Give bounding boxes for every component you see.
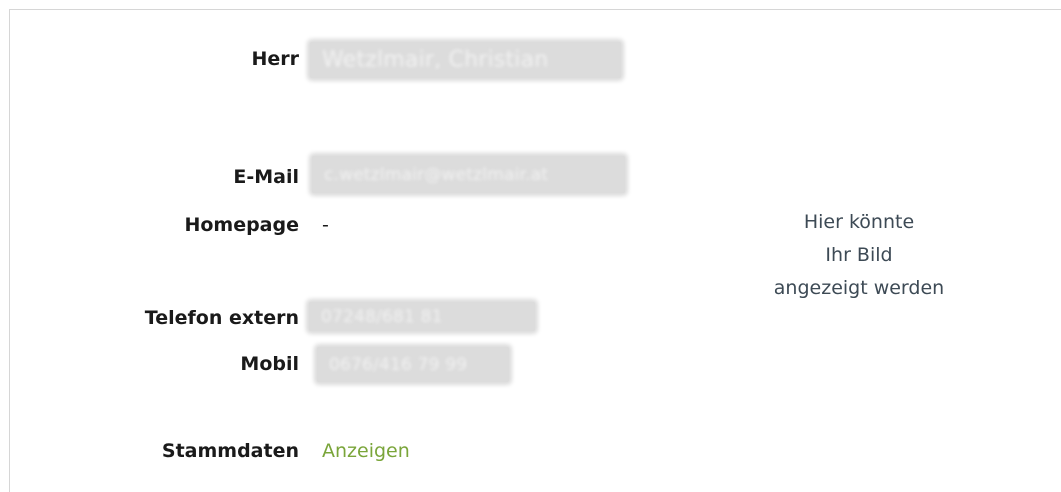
- placeholder-line-3: angezeigt werden: [773, 277, 945, 299]
- placeholder-line-1: Hier könnte: [803, 211, 915, 233]
- name-value: Wetzlmair, Christian: [322, 47, 549, 73]
- name-value-redacted: Wetzlmair, Christian: [310, 42, 621, 78]
- master-data-label: Stammdaten: [161, 440, 299, 462]
- master-data-show-link[interactable]: Anzeigen: [322, 439, 410, 463]
- phone-external-value-redacted: 07248/681 81: [309, 302, 535, 331]
- mobile-label: Mobil: [240, 353, 299, 375]
- mobile-value-redacted: 0676/416 79 99: [317, 347, 509, 382]
- salutation-label: Herr: [251, 48, 299, 70]
- mobile-value: 0676/416 79 99: [329, 354, 468, 375]
- email-value[interactable]: c.wetzlmair@wetzlmair.at: [324, 165, 548, 185]
- email-label: E-Mail: [233, 166, 299, 188]
- homepage-value: -: [322, 214, 329, 236]
- profile-image-placeholder: Hier könnte Ihr Bild angezeigt werden: [748, 206, 970, 305]
- placeholder-line-2: Ihr Bild: [825, 244, 893, 266]
- homepage-label: Homepage: [184, 214, 299, 236]
- email-value-redacted[interactable]: c.wetzlmair@wetzlmair.at: [312, 156, 625, 193]
- phone-external-value: 07248/681 81: [321, 306, 443, 327]
- phone-external-label: Telefon extern: [144, 307, 299, 329]
